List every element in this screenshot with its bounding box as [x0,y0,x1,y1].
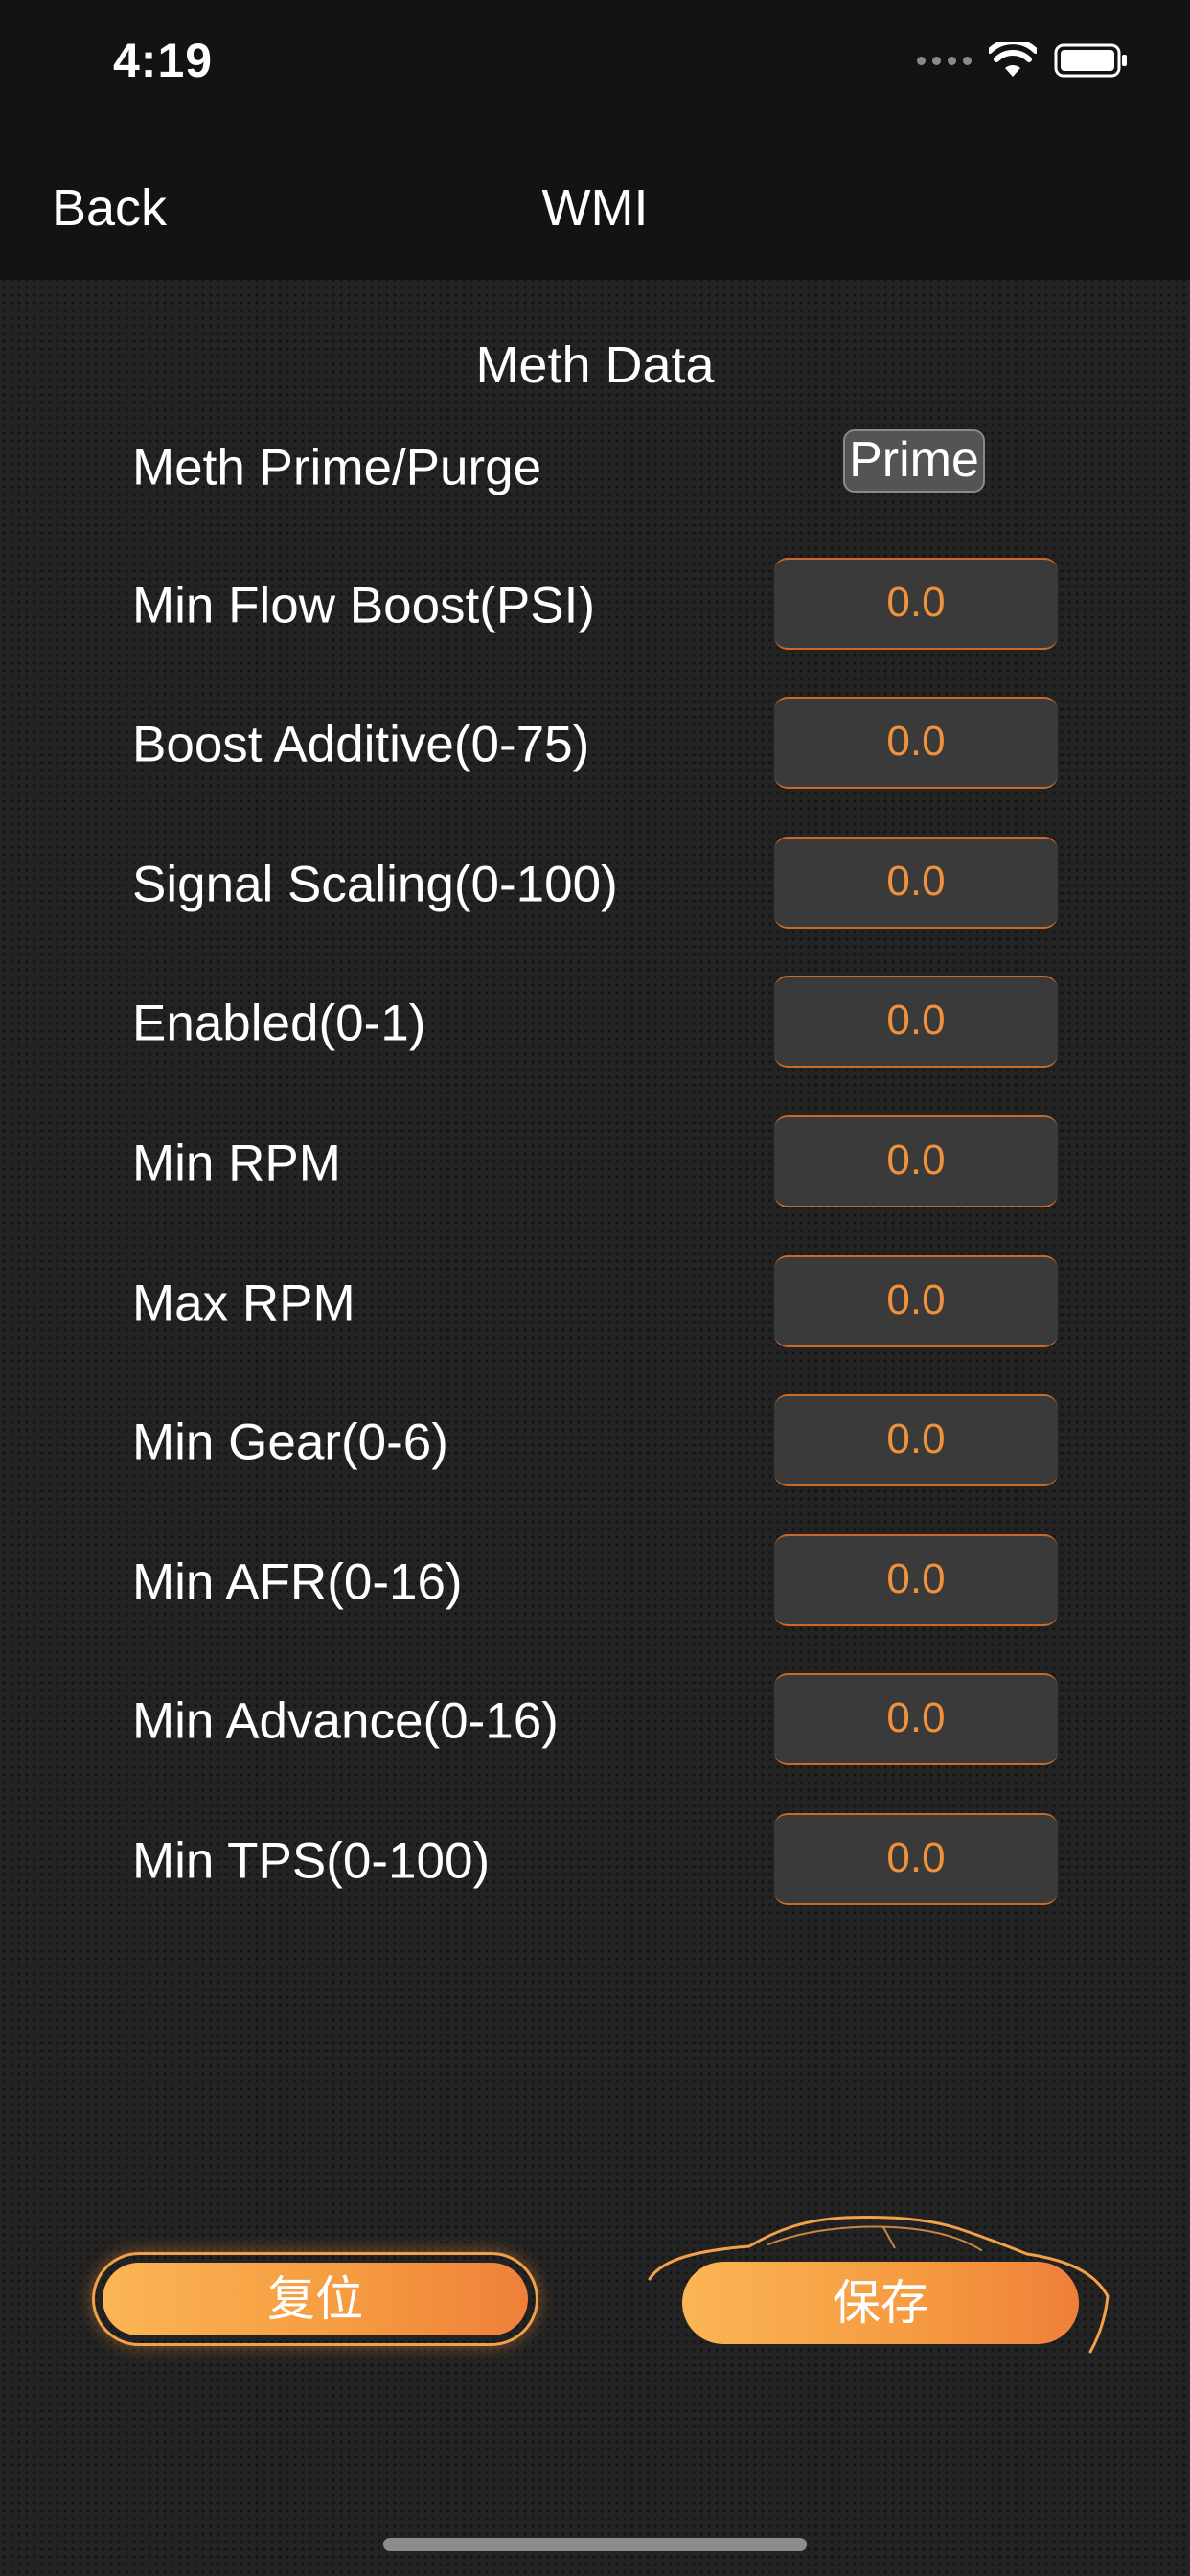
min-gear-input[interactable]: 0.0 [774,1394,1058,1486]
field-label: Signal Scaling(0-100) [132,856,618,913]
save-button[interactable]: 保存 [682,2262,1079,2344]
field-row-enabled: Enabled(0-1) 0.0 [132,976,1058,1071]
status-icons [917,42,1129,79]
field-label: Min RPM [132,1135,341,1192]
field-label: Min Gear(0-6) [132,1414,448,1471]
field-row-boost-additive: Boost Additive(0-75) 0.0 [132,697,1058,793]
field-row-min-flow-boost: Min Flow Boost(PSI) 0.0 [132,558,1058,654]
max-rpm-input[interactable]: 0.0 [774,1255,1058,1347]
reset-button[interactable]: 复位 [103,2263,528,2335]
nav-title: WMI [541,179,649,237]
status-time: 4:19 [113,34,214,87]
field-label: Enabled(0-1) [132,995,426,1052]
field-row-min-rpm: Min RPM 0.0 [132,1116,1058,1211]
battery-icon [1054,43,1127,78]
field-label: Boost Additive(0-75) [132,716,590,773]
home-indicator [383,2538,807,2551]
top-bar: 4:19 WMI Back [0,0,1190,280]
wifi-icon [989,42,1037,77]
field-row-min-gear: Min Gear(0-6) 0.0 [132,1394,1058,1490]
section-title: Meth Data [475,336,715,394]
field-row-min-tps: Min TPS(0-100) 0.0 [132,1813,1058,1909]
back-button[interactable]: Back [52,178,167,238]
min-afr-input[interactable]: 0.0 [774,1534,1058,1626]
min-advance-input[interactable]: 0.0 [774,1673,1058,1765]
field-label: Max RPM [132,1275,355,1332]
min-tps-input[interactable]: 0.0 [774,1813,1058,1905]
app-screen: 4:19 WMI Back Meth Data Meth Prime/Purge… [0,0,1190,2576]
cellular-signal-icon [917,56,972,65]
field-label: Min Flow Boost(PSI) [132,577,596,634]
boost-additive-input[interactable]: 0.0 [774,697,1058,789]
prime-purge-row: Meth Prime/Purge Prime [132,420,1058,516]
reset-button-frame: 复位 [92,2252,538,2346]
min-rpm-input[interactable]: 0.0 [774,1116,1058,1208]
field-label: Min TPS(0-100) [132,1832,491,1890]
signal-scaling-input[interactable]: 0.0 [774,837,1058,929]
field-row-max-rpm: Max RPM 0.0 [132,1255,1058,1351]
field-row-min-advance: Min Advance(0-16) 0.0 [132,1673,1058,1769]
field-label: Min Advance(0-16) [132,1692,559,1750]
prime-button[interactable]: Prime [843,429,985,493]
field-row-min-afr: Min AFR(0-16) 0.0 [132,1534,1058,1630]
prime-purge-label: Meth Prime/Purge [132,439,542,496]
enabled-input[interactable]: 0.0 [774,976,1058,1068]
field-row-signal-scaling: Signal Scaling(0-100) 0.0 [132,837,1058,932]
field-label: Min AFR(0-16) [132,1553,463,1611]
min-flow-boost-input[interactable]: 0.0 [774,558,1058,650]
